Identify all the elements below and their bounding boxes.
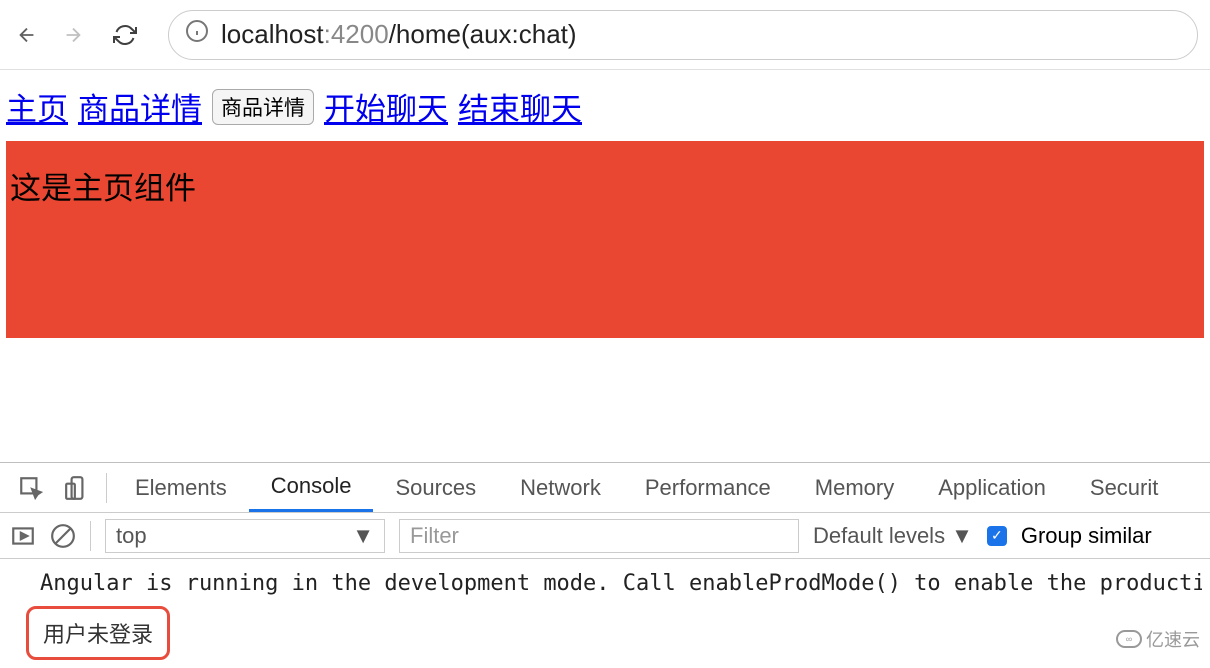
context-label: top: [116, 523, 147, 549]
levels-label: Default levels: [813, 523, 945, 549]
filter-input[interactable]: Filter: [399, 519, 799, 553]
tab-memory[interactable]: Memory: [793, 463, 916, 512]
inspect-icon[interactable]: [18, 475, 44, 501]
button-product-detail[interactable]: 商品详情: [212, 89, 314, 125]
url-path: /home(aux:chat): [389, 19, 577, 50]
console-toolbar: top ▼ Filter Default levels ▼ ✓ Group si…: [0, 513, 1210, 559]
log-line-highlighted: 用户未登录: [26, 606, 170, 660]
chevron-down-icon: ▼: [352, 523, 374, 549]
filter-placeholder: Filter: [410, 523, 459, 549]
watermark: ∞ 亿速云: [1116, 626, 1200, 652]
group-similar-label: Group similar: [1021, 523, 1152, 549]
info-icon: [185, 19, 209, 50]
log-line-angular: Angular is running in the development mo…: [8, 567, 1202, 600]
browser-toolbar: localhost:4200/home(aux:chat): [0, 0, 1210, 70]
divider: [106, 473, 107, 503]
chevron-down-icon: ▼: [951, 523, 973, 549]
watermark-icon: ∞: [1116, 630, 1142, 648]
tab-security[interactable]: Securit: [1068, 463, 1180, 512]
divider: [90, 521, 91, 551]
tab-performance[interactable]: Performance: [623, 463, 793, 512]
clear-console-icon[interactable]: [50, 523, 76, 549]
devtools-panel: Elements Console Sources Network Perform…: [0, 462, 1210, 668]
address-bar[interactable]: localhost:4200/home(aux:chat): [168, 10, 1198, 60]
url-host: localhost: [221, 19, 324, 50]
panel-text: 这是主页组件: [10, 171, 196, 206]
url-port: :4200: [324, 19, 389, 50]
tab-network[interactable]: Network: [498, 463, 623, 512]
tab-application[interactable]: Application: [916, 463, 1068, 512]
link-product-detail[interactable]: 商品详情: [78, 84, 202, 129]
link-end-chat[interactable]: 结束聊天: [458, 84, 582, 129]
tab-sources[interactable]: Sources: [373, 463, 498, 512]
link-start-chat[interactable]: 开始聊天: [324, 84, 448, 129]
toggle-sidebar-icon[interactable]: [10, 523, 36, 549]
page-content: 主页 商品详情 商品详情 开始聊天 结束聊天 这是主页组件: [0, 70, 1210, 352]
home-component-panel: 这是主页组件: [6, 141, 1204, 338]
watermark-text: 亿速云: [1146, 626, 1200, 652]
tab-console[interactable]: Console: [249, 463, 374, 512]
reload-button[interactable]: [110, 20, 140, 50]
group-similar-checkbox[interactable]: ✓: [987, 526, 1007, 546]
back-button[interactable]: [12, 20, 42, 50]
console-output: Angular is running in the development mo…: [0, 559, 1210, 668]
devtools-tabs: Elements Console Sources Network Perform…: [0, 463, 1210, 513]
nav-links: 主页 商品详情 商品详情 开始聊天 结束聊天: [6, 84, 1204, 129]
context-selector[interactable]: top ▼: [105, 519, 385, 553]
log-levels-selector[interactable]: Default levels ▼: [813, 523, 973, 549]
device-toggle-icon[interactable]: [64, 475, 90, 501]
tab-elements[interactable]: Elements: [113, 463, 249, 512]
forward-button[interactable]: [58, 20, 88, 50]
link-home[interactable]: 主页: [6, 84, 68, 129]
